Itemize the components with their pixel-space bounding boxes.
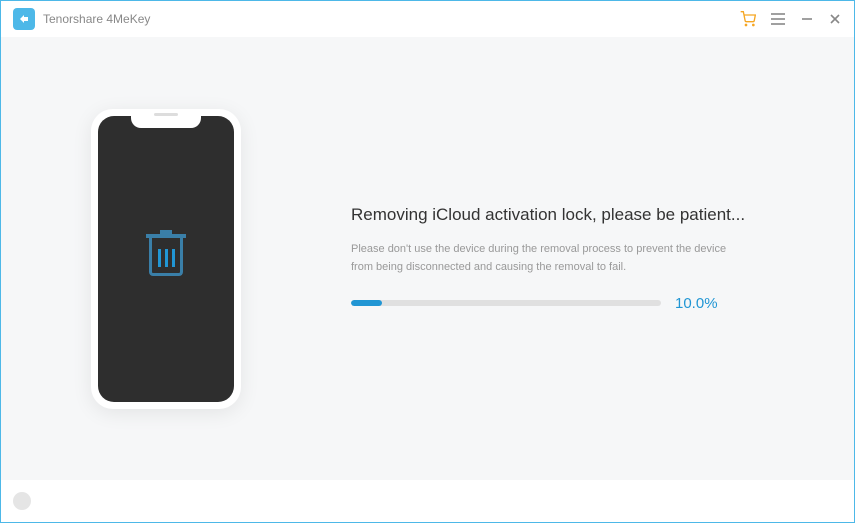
cart-icon[interactable] bbox=[740, 11, 756, 27]
phone-notch bbox=[131, 116, 201, 128]
progress-fill bbox=[351, 300, 382, 306]
app-logo-icon bbox=[13, 8, 35, 30]
progress-section: Removing iCloud activation lock, please … bbox=[351, 205, 814, 311]
phone-screen bbox=[98, 116, 234, 402]
phone-frame bbox=[91, 109, 241, 409]
minimize-button[interactable] bbox=[800, 12, 814, 26]
content-area: Removing iCloud activation lock, please … bbox=[1, 37, 854, 480]
progress-row: 10.0% bbox=[351, 295, 814, 312]
progress-title: Removing iCloud activation lock, please … bbox=[351, 205, 814, 225]
menu-icon[interactable] bbox=[770, 12, 786, 26]
footer-status-icon bbox=[13, 492, 31, 510]
app-title: Tenorshare 4MeKey bbox=[43, 12, 740, 26]
progress-bar bbox=[351, 300, 661, 306]
titlebar: Tenorshare 4MeKey bbox=[1, 1, 854, 37]
titlebar-controls bbox=[740, 11, 842, 27]
close-button[interactable] bbox=[828, 12, 842, 26]
phone-illustration bbox=[91, 109, 251, 409]
progress-percent: 10.0% bbox=[675, 295, 718, 312]
logo-arrow-icon bbox=[17, 12, 31, 26]
trash-icon bbox=[143, 234, 189, 284]
footer bbox=[1, 480, 854, 522]
progress-subtitle: Please don't use the device during the r… bbox=[351, 241, 751, 276]
